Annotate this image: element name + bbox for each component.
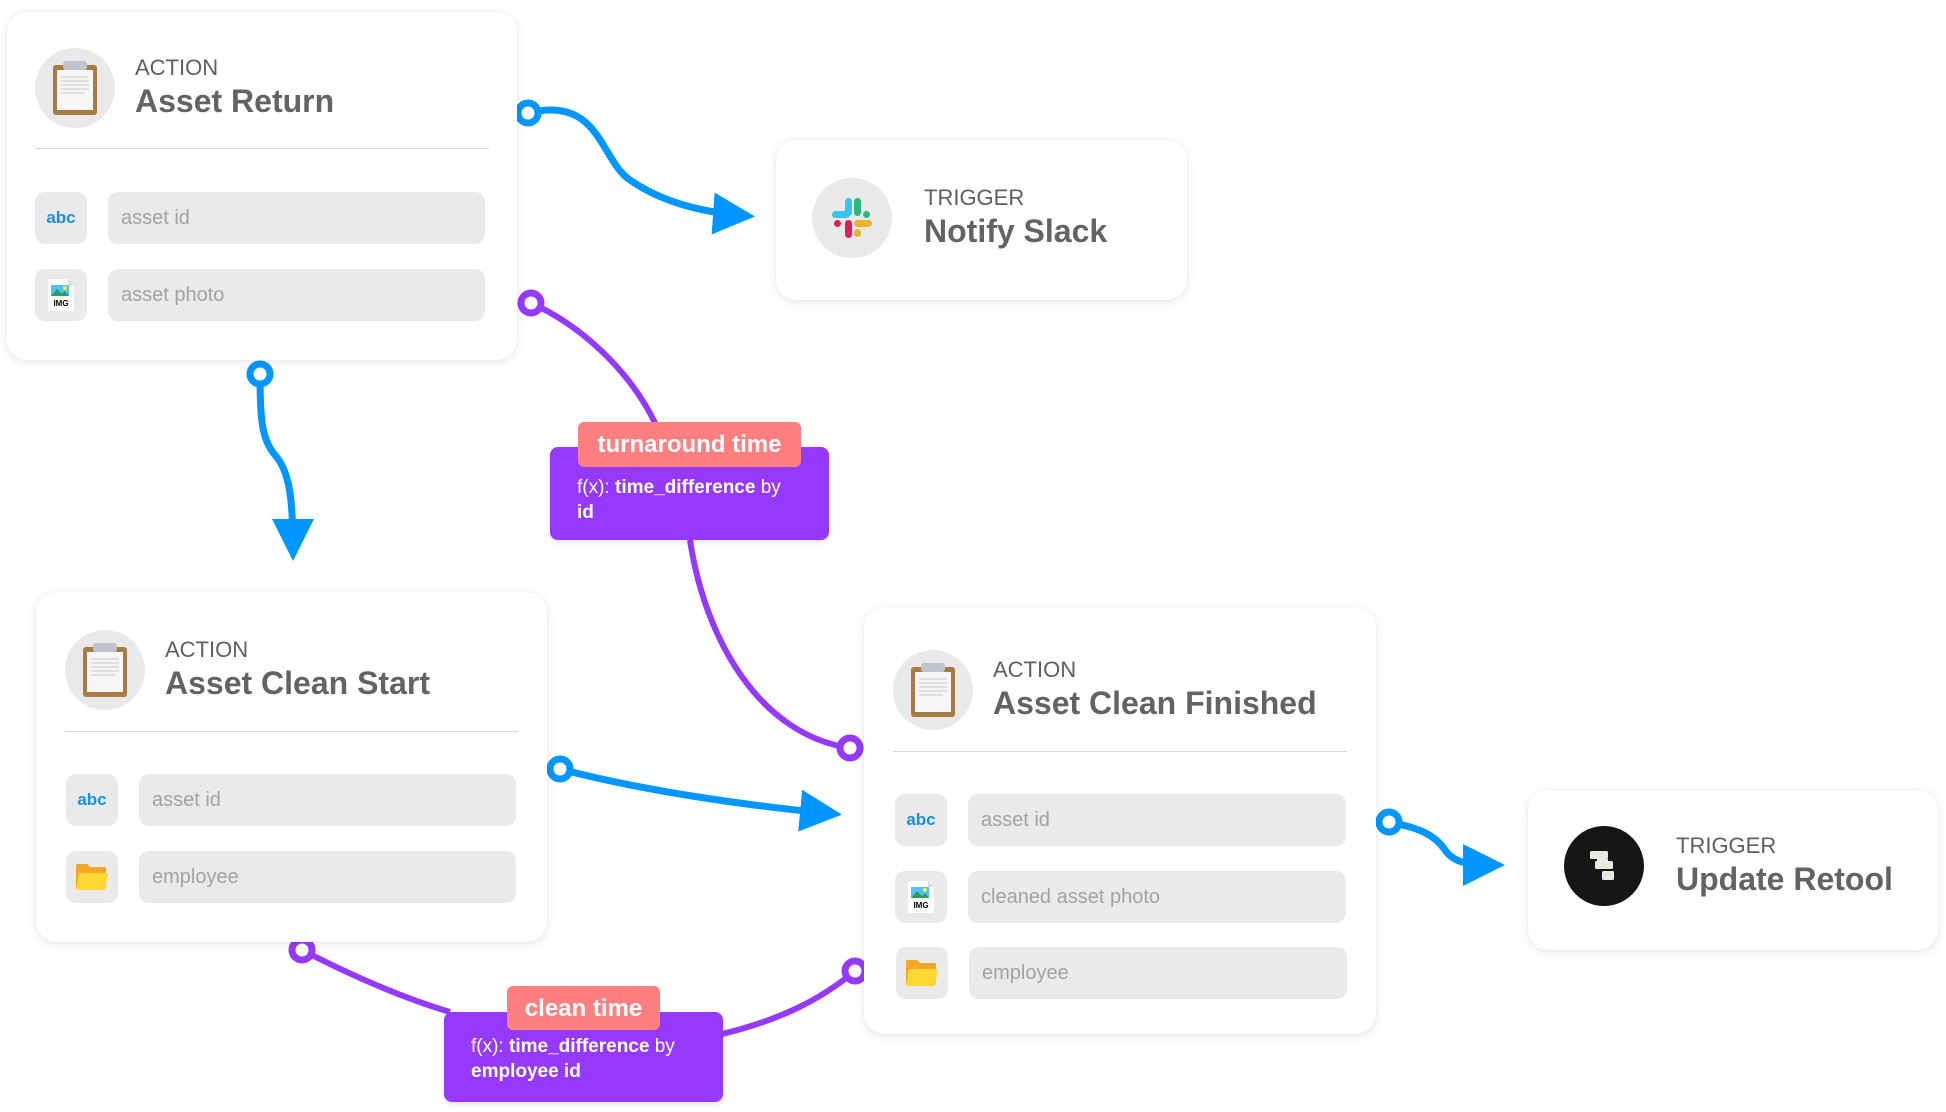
calc-clean-label[interactable]: clean time	[507, 986, 660, 1030]
divider	[65, 731, 518, 732]
node-notify-slack[interactable]: TRIGGER Notify Slack	[776, 140, 1187, 300]
clipboard-icon	[35, 48, 115, 128]
clipboard-icon	[893, 650, 973, 730]
text-type-icon: abc	[895, 794, 947, 846]
field-cleaned-asset-photo[interactable]: cleaned asset photo	[968, 871, 1346, 923]
node-title: Update Retool	[1676, 861, 1893, 897]
folder-icon	[896, 947, 948, 999]
node-title: Notify Slack	[924, 213, 1108, 249]
field-row[interactable]: abc asset id	[895, 794, 1346, 846]
node-asset-return[interactable]: ACTION Asset Return abc asset id IMG ass…	[7, 12, 517, 360]
svg-text:IMG: IMG	[913, 901, 928, 910]
edge-turnaround-out[interactable]	[687, 539, 851, 751]
field-row[interactable]: abc asset id	[35, 192, 485, 244]
field-asset-id[interactable]: asset id	[108, 192, 485, 244]
image-type-icon: IMG	[35, 269, 87, 321]
edge-finished-to-retool[interactable]	[1388, 818, 1505, 886]
calc-turnaround-label[interactable]: turnaround time	[578, 422, 801, 467]
fx-key: id	[577, 502, 594, 523]
text-type-icon: abc	[66, 774, 118, 826]
fx-prefix: f(x):	[577, 477, 615, 498]
node-kind: ACTION	[165, 637, 249, 662]
fx-function: time_difference	[509, 1036, 650, 1057]
port-return-out-bottom[interactable]	[246, 360, 274, 388]
divider	[893, 751, 1347, 752]
edge-cleantime-out[interactable]	[721, 968, 857, 1037]
field-employee[interactable]: employee	[969, 947, 1347, 999]
edge-return-to-cleanstart[interactable]	[256, 373, 314, 561]
fx-by: by	[649, 1036, 675, 1057]
field-asset-photo[interactable]: asset photo	[108, 269, 485, 321]
port-finished-calc-in-top[interactable]	[836, 734, 864, 762]
clipboard-icon	[65, 630, 145, 710]
field-row[interactable]: employee	[896, 947, 1347, 999]
field-row[interactable]: IMG cleaned asset photo	[895, 871, 1346, 923]
edge-cleanstart-to-finished[interactable]	[559, 765, 842, 832]
retool-icon	[1564, 826, 1644, 906]
svg-text:IMG: IMG	[53, 299, 68, 308]
edge-cleantime-in[interactable]	[300, 947, 451, 1015]
node-title: Asset Clean Start	[165, 665, 430, 701]
fx-prefix: f(x):	[471, 1036, 509, 1057]
fx-key: employee id	[471, 1061, 581, 1082]
node-update-retool[interactable]: TRIGGER Update Retool	[1528, 790, 1938, 950]
field-row[interactable]: abc asset id	[66, 774, 516, 826]
node-kind: ACTION	[993, 657, 1077, 682]
slack-icon	[812, 178, 892, 258]
fx-function: time_difference	[615, 477, 756, 498]
field-row[interactable]: IMG asset photo	[35, 269, 485, 321]
node-kind: ACTION	[135, 55, 219, 80]
node-title: Asset Clean Finished	[993, 685, 1317, 721]
field-asset-id[interactable]: asset id	[968, 794, 1346, 846]
node-kind: TRIGGER	[1676, 833, 1777, 858]
divider	[35, 148, 489, 149]
edge-turnaround-in[interactable]	[529, 300, 659, 427]
node-kind: TRIGGER	[924, 185, 1025, 210]
port-return-out-slack[interactable]	[514, 99, 542, 127]
port-cleanstart-calc-out[interactable]	[288, 936, 316, 964]
node-asset-clean-start[interactable]: ACTION Asset Clean Start abc asset id em…	[36, 592, 547, 942]
image-type-icon: IMG	[895, 871, 947, 923]
fx-by: by	[755, 477, 781, 498]
port-finished-out[interactable]	[1375, 808, 1403, 836]
node-title: Asset Return	[135, 83, 335, 119]
node-asset-clean-finished[interactable]: ACTION Asset Clean Finished abc asset id…	[864, 608, 1376, 1034]
field-row[interactable]: employee	[66, 851, 516, 903]
edge-return-to-slack[interactable]	[527, 106, 755, 235]
folder-icon	[66, 851, 118, 903]
port-cleanstart-out[interactable]	[546, 755, 574, 783]
text-type-icon: abc	[35, 192, 87, 244]
field-employee[interactable]: employee	[139, 851, 516, 903]
port-finished-calc-in-bottom[interactable]	[841, 957, 869, 985]
field-asset-id[interactable]: asset id	[139, 774, 516, 826]
port-return-calc-out[interactable]	[517, 289, 545, 317]
